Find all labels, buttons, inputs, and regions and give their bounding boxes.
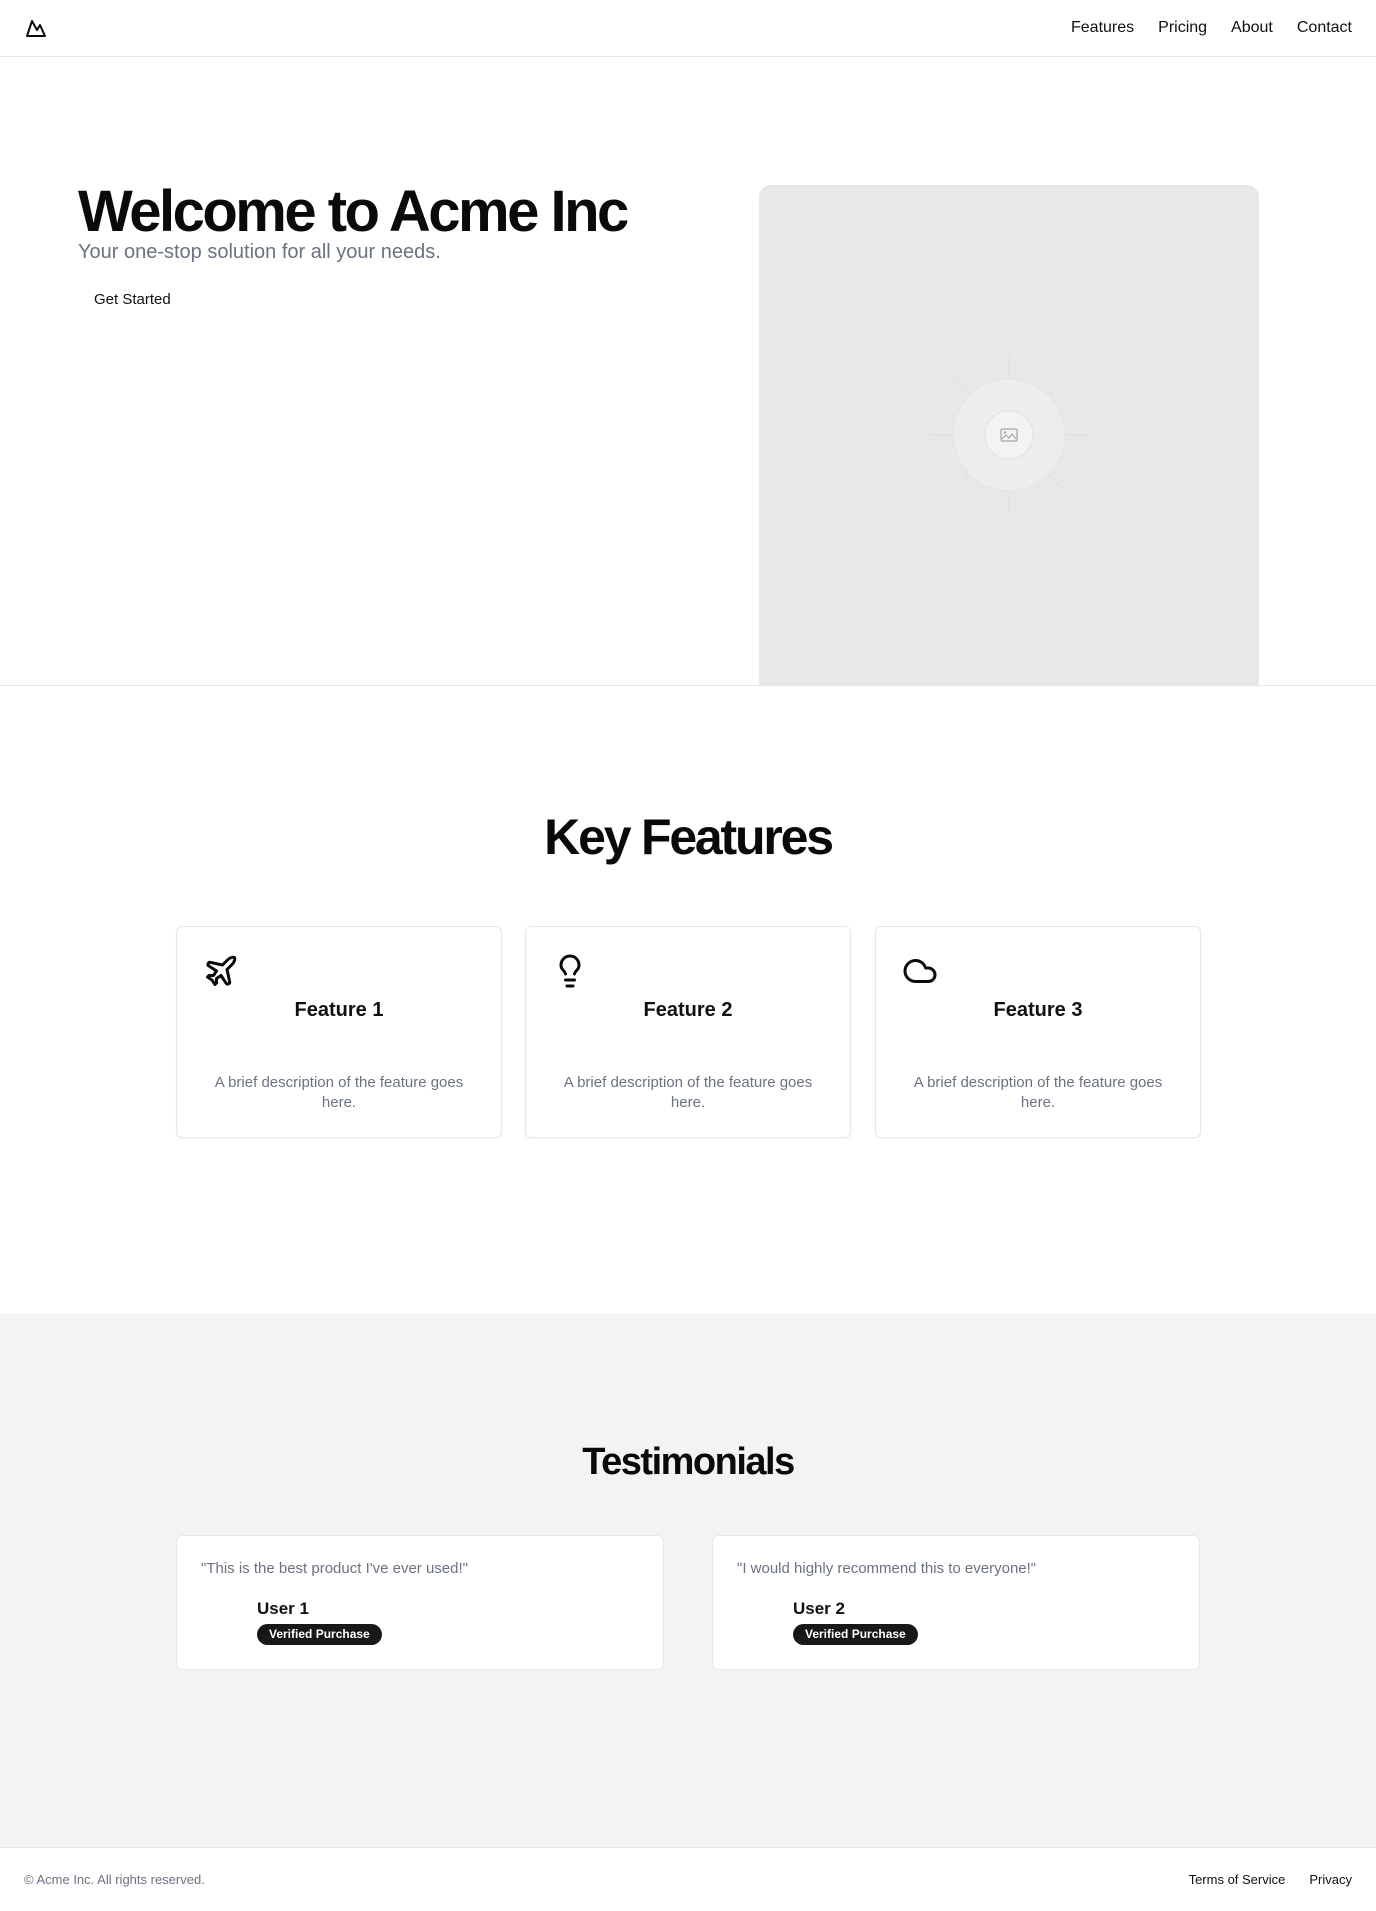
hero-section: Welcome to Acme Inc Your one-stop soluti… [0, 57, 1376, 686]
nav-about[interactable]: About [1231, 19, 1273, 37]
testimonial-quote: "This is the best product I've ever used… [201, 1560, 468, 1577]
logo-link[interactable] [24, 16, 48, 40]
hero-title: Welcome to Acme Inc [78, 179, 629, 244]
main-nav: Features Pricing About Contact [1071, 19, 1352, 37]
privacy-link[interactable]: Privacy [1309, 1872, 1352, 1887]
get-started-button[interactable]: Get Started [78, 279, 187, 319]
nav-pricing[interactable]: Pricing [1158, 19, 1207, 37]
feature-description: A brief description of the feature goes … [913, 1074, 1163, 1111]
feature-description: A brief description of the feature goes … [563, 1074, 813, 1111]
site-header: Features Pricing About Contact [0, 0, 1376, 57]
verified-badge: Verified Purchase [793, 1624, 918, 1645]
testimonial-quote: "I would highly recommend this to everyo… [737, 1560, 1037, 1577]
nav-contact[interactable]: Contact [1297, 19, 1352, 37]
footer-nav: Terms of Service Privacy [1189, 1872, 1352, 1887]
feature-card-3: Feature 3 A brief description of the fea… [875, 926, 1201, 1138]
nav-features[interactable]: Features [1071, 19, 1134, 37]
mountain-icon [26, 20, 46, 37]
testimonial-card-2: "I would highly recommend this to everyo… [712, 1535, 1200, 1670]
testimonial-user: User 2 [793, 1599, 845, 1618]
feature-title: Feature 3 [993, 999, 1083, 1021]
site-footer: © Acme Inc. All rights reserved. Terms o… [0, 1847, 1376, 1911]
feature-card-2: Feature 2 A brief description of the fea… [525, 926, 851, 1138]
verified-badge: Verified Purchase [257, 1624, 382, 1645]
terms-link[interactable]: Terms of Service [1189, 1872, 1286, 1887]
hero-subtitle: Your one-stop solution for all your need… [78, 241, 441, 263]
image-placeholder-icon [929, 355, 1089, 515]
feature-description: A brief description of the feature goes … [214, 1074, 464, 1111]
copyright-text: © Acme Inc. All rights reserved. [24, 1872, 205, 1887]
lightbulb-icon [559, 954, 581, 988]
testimonials-section: Testimonials "This is the best product I… [0, 1314, 1376, 1847]
testimonial-card-1: "This is the best product I've ever used… [176, 1535, 664, 1670]
feature-title: Feature 1 [294, 999, 384, 1021]
hero-image-placeholder [759, 185, 1259, 685]
page: Features Pricing About Contact Welcome t… [0, 0, 1376, 1911]
features-title: Key Features [544, 809, 834, 865]
cloud-icon [903, 959, 937, 983]
plane-icon [206, 955, 237, 986]
testimonials-title: Testimonials [582, 1441, 795, 1483]
testimonial-user: User 1 [257, 1599, 309, 1618]
feature-title: Feature 2 [643, 999, 733, 1021]
feature-card-1: Feature 1 A brief description of the fea… [176, 926, 502, 1138]
